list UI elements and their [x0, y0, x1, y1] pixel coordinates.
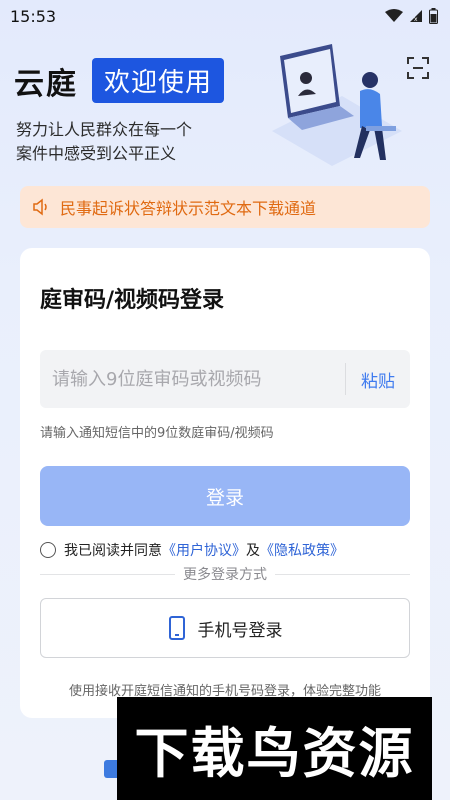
privacy-policy-link[interactable]: 《隐私政策》 [260, 540, 344, 560]
scan-icon[interactable] [406, 56, 430, 80]
phone-login-button[interactable]: 手机号登录 [40, 598, 410, 658]
notice-text: 民事起诉状答辩状示范文本下载通道 [60, 199, 317, 218]
divider-line-right [275, 573, 410, 575]
app-name: 云庭 [14, 66, 78, 102]
slogan: 努力让人民群众在每一个 案件中感受到公平正义 [16, 118, 192, 166]
speaker-icon [33, 198, 47, 216]
hero-title: 云庭 欢迎使用 [14, 58, 225, 103]
agreement-prefix: 我已阅读并同意 [64, 543, 162, 559]
status-time: 15:53 [10, 6, 57, 26]
video-conference-illustration [272, 44, 402, 166]
watermark-text: 下载鸟资源 [134, 722, 415, 785]
signal-icon: x [410, 10, 422, 23]
card-title: 庭审码/视频码登录 [40, 288, 225, 313]
slogan-line-2: 案件中感受到公平正义 [16, 144, 177, 163]
more-login-text: 更多登录方式 [183, 567, 267, 583]
svg-text:x: x [414, 16, 418, 23]
phone-icon [168, 616, 185, 640]
login-card: 庭审码/视频码登录 粘贴 请输入通知短信中的9位数庭审码/视频码 登录 我已阅读… [20, 248, 430, 718]
agreement-row: 我已阅读并同意 《用户协议》 及 《隐私政策》 [40, 540, 344, 560]
status-bar: 15:53 x [0, 0, 450, 32]
slogan-line-1: 努力让人民群众在每一个 [16, 120, 193, 139]
input-hint: 请输入通知短信中的9位数庭审码/视频码 [40, 426, 274, 441]
agreement-and: 及 [246, 543, 260, 559]
code-input-wrap: 粘贴 [40, 350, 410, 408]
agreement-checkbox[interactable] [40, 542, 56, 558]
battery-icon [429, 8, 438, 24]
wifi-icon [385, 9, 403, 22]
welcome-badge: 欢迎使用 [92, 58, 225, 103]
user-agreement-link[interactable]: 《用户协议》 [162, 540, 246, 560]
login-button[interactable]: 登录 [40, 466, 410, 526]
status-icons: x [385, 8, 438, 24]
notice-bar[interactable]: 民事起诉状答辩状示范文本下载通道 [20, 186, 430, 228]
watermark-banner: 下载鸟资源 [117, 697, 432, 800]
court-code-input[interactable] [40, 350, 345, 408]
more-login-divider: 更多登录方式 [40, 564, 410, 584]
divider-line-left [40, 573, 175, 575]
phone-login-label: 手机号登录 [197, 620, 283, 641]
paste-button[interactable]: 粘贴 [346, 367, 410, 392]
